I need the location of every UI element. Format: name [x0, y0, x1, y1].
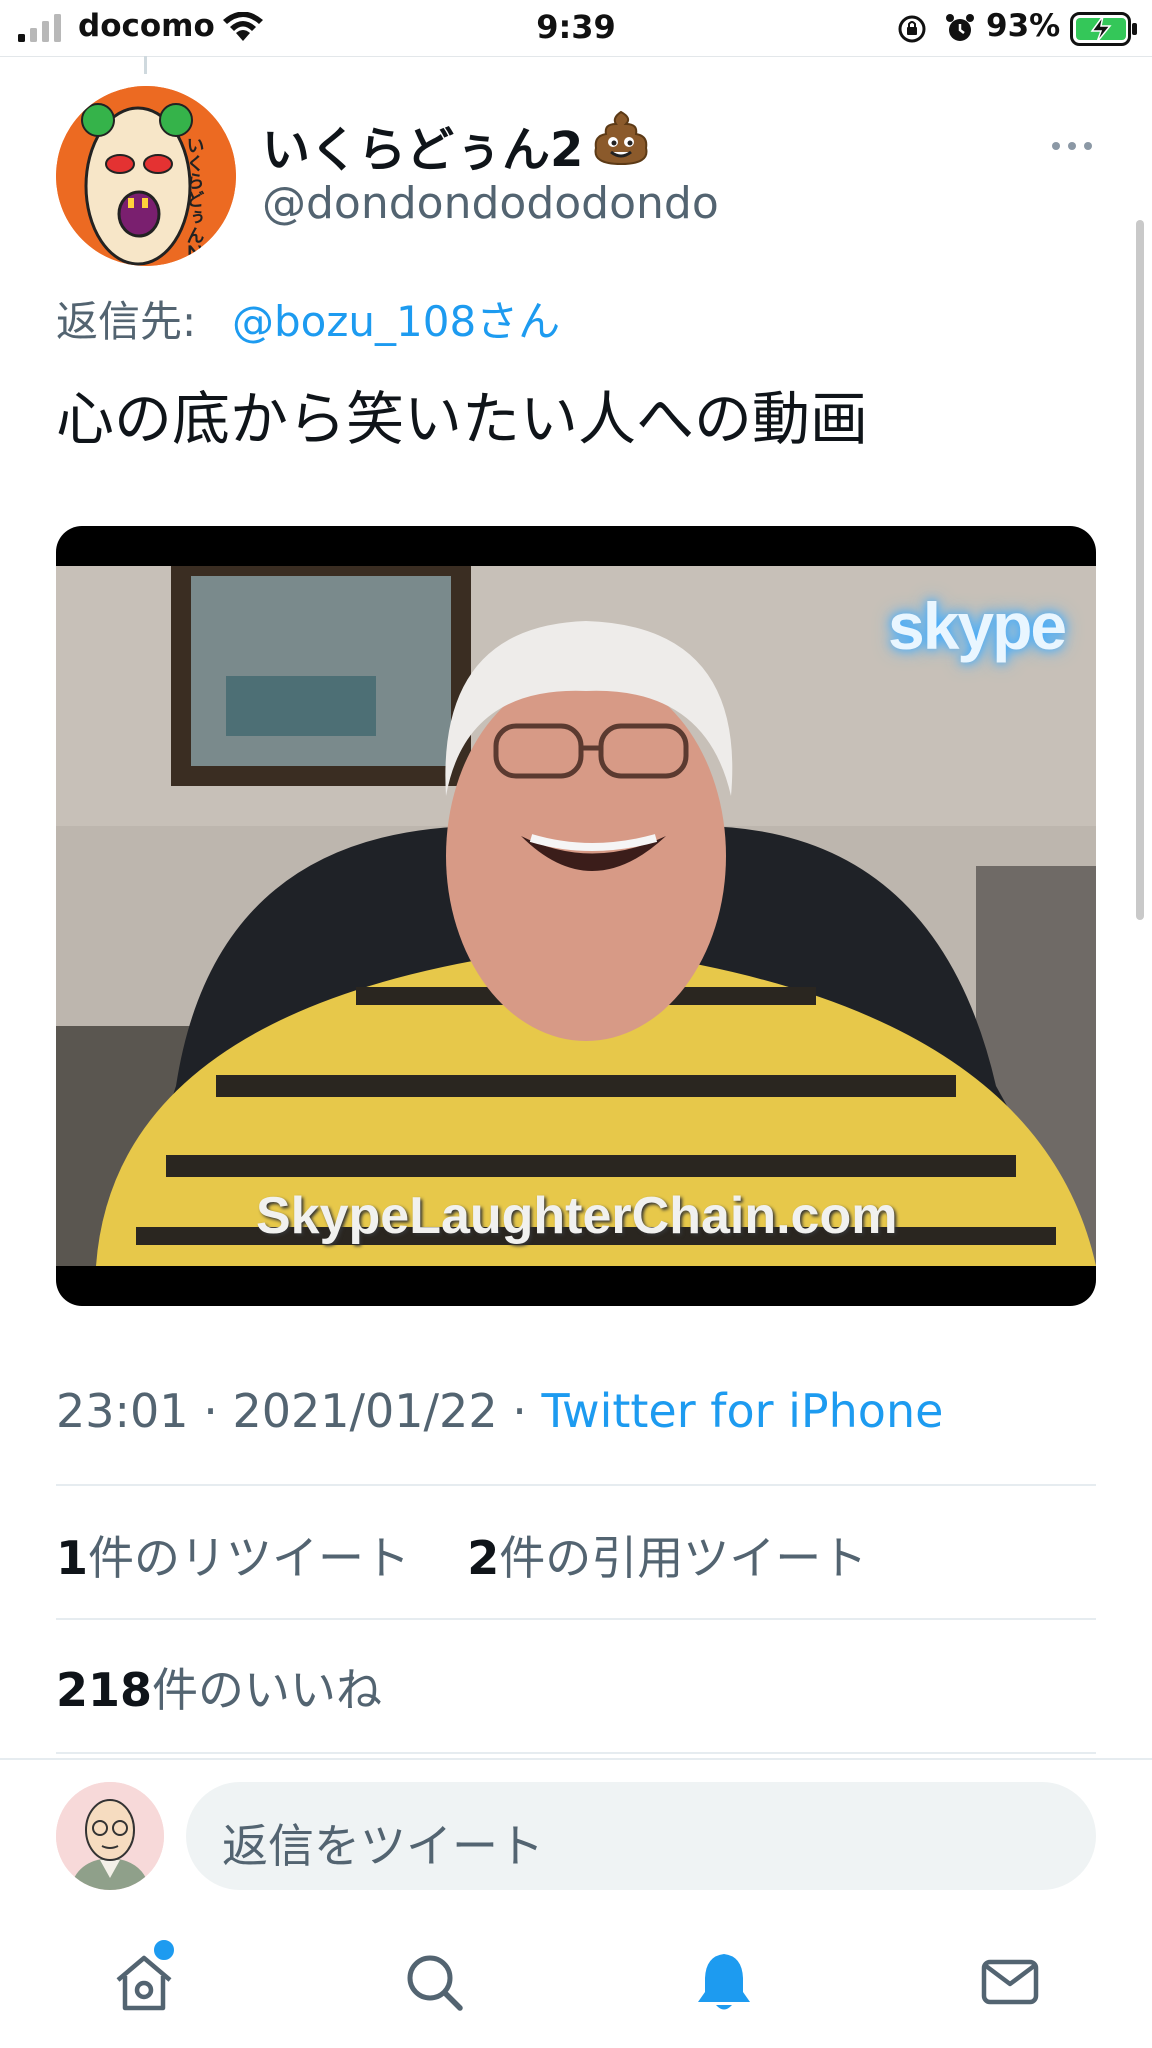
retweet-quote-stats: 1件のリツイート 2件の引用ツイート	[56, 1522, 867, 1588]
divider	[56, 1752, 1096, 1754]
author-avatar[interactable]: いくらどぅん2	[56, 86, 236, 266]
battery-percent: 93%	[986, 8, 1061, 44]
like-label: 件のいいね	[152, 1663, 383, 1717]
messages-icon[interactable]	[978, 1950, 1042, 2014]
search-icon[interactable]	[402, 1950, 466, 2014]
new-content-dot	[152, 1938, 176, 1962]
user-avatar[interactable]	[56, 1782, 164, 1890]
video-watermark-logo: skype	[888, 589, 1067, 663]
tweet-timestamp-row: 23:01 · 2021/01/22 · Twitter for iPhone	[56, 1384, 943, 1438]
quote-count: 2	[467, 1531, 500, 1585]
reply-input[interactable]: 返信をツイート	[186, 1782, 1096, 1890]
tweet-video[interactable]: skype SkypeLaughterChain.com	[56, 526, 1096, 1306]
svg-text:いくらどぅん2: いくらどぅん2	[184, 136, 205, 257]
thread-line	[144, 56, 147, 74]
meta-separator: ·	[512, 1384, 527, 1438]
meta-separator: ·	[203, 1384, 218, 1438]
author-name[interactable]: いくらどぅん2	[262, 110, 583, 180]
tweet-date: 2021/01/22	[232, 1384, 498, 1438]
like-count: 218	[56, 1663, 153, 1717]
status-bar: docomo 9:39 93%	[0, 0, 1152, 57]
avatar-illustration: いくらどぅん2	[56, 86, 236, 266]
divider	[56, 1484, 1096, 1486]
battery-charging-icon	[1070, 12, 1137, 46]
composer-border	[0, 1758, 1152, 1760]
quote-label: 件の引用ツイート	[499, 1531, 868, 1585]
video-caption-text: SkypeLaughterChain.com	[256, 1187, 898, 1245]
alarm-icon	[946, 14, 974, 41]
divider	[56, 1618, 1096, 1620]
retweet-label: 件のリツイート	[88, 1531, 411, 1585]
poop-emoji-icon	[594, 110, 648, 166]
quote-stat[interactable]: 2件の引用ツイート	[467, 1531, 867, 1585]
orientation-lock-icon	[898, 15, 926, 43]
tweet-time: 23:01	[56, 1384, 189, 1438]
author-handle[interactable]: @dondondododondo	[262, 178, 719, 229]
retweet-stat[interactable]: 1件のリツイート	[56, 1531, 410, 1585]
more-options-icon[interactable]	[1048, 126, 1096, 166]
reply-to-link[interactable]: @bozu_108さん	[232, 288, 560, 349]
user-avatar-illustration	[56, 1782, 164, 1890]
like-stat[interactable]: 218件のいいね	[56, 1654, 382, 1720]
clock: 9:39	[536, 8, 616, 46]
scroll-indicator	[1136, 220, 1144, 920]
notifications-icon[interactable]	[692, 1950, 756, 2014]
tweet-source-link[interactable]: Twitter for iPhone	[541, 1384, 943, 1438]
retweet-count: 1	[56, 1531, 89, 1585]
reply-to-label: 返信先:	[56, 297, 197, 346]
reply-placeholder: 返信をツイート	[222, 1819, 544, 1873]
tweet-text: 心の底から笑いたい人への動画	[56, 385, 869, 453]
